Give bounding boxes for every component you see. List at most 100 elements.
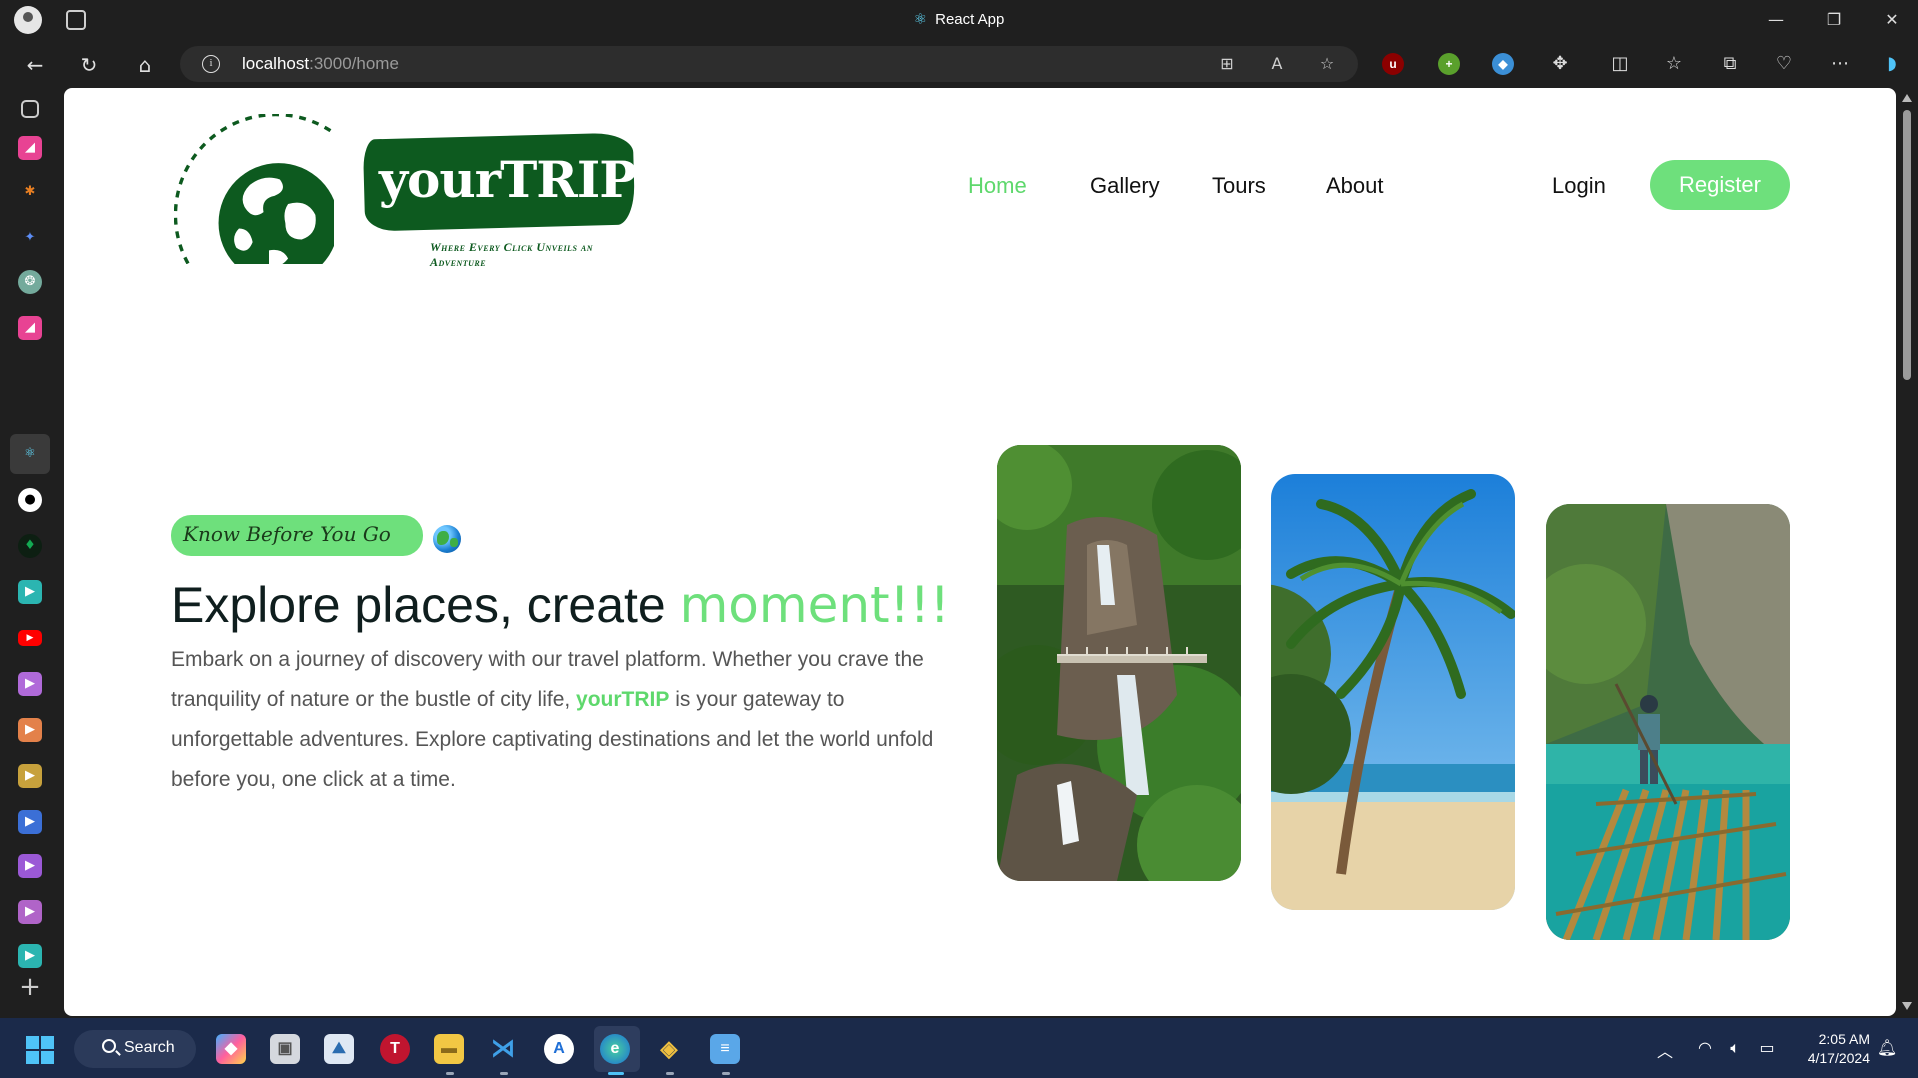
windows-start-icon[interactable] <box>26 1036 54 1064</box>
tab-youtube-icon[interactable]: ▶ <box>18 630 42 646</box>
logo-name: yourTRIP <box>379 150 637 209</box>
taskbar-stocks-app-icon[interactable]: ⛰ <box>324 1034 354 1064</box>
taskbar-search-label: Search <box>124 1039 175 1056</box>
nav-tours-link[interactable]: Tours <box>1212 173 1266 199</box>
tab-video-7-icon[interactable]: ▶ <box>18 900 42 924</box>
ublock-extension-icon[interactable]: u <box>1382 53 1404 75</box>
running-indicator <box>666 1072 674 1075</box>
taskbar-clock[interactable]: 2:05 AM 4/17/2024 <box>1790 1030 1870 1068</box>
know-before-you-go-badge: Know Before You Go <box>171 515 423 556</box>
taskbar-a-app-icon[interactable]: A <box>544 1034 574 1064</box>
headline-accent: moment!!! <box>679 576 950 634</box>
back-icon[interactable]: ← <box>20 50 50 80</box>
green-plus-extension-icon[interactable]: + <box>1438 53 1460 75</box>
tab-chatgpt-icon[interactable]: ❂ <box>18 270 42 294</box>
new-tab-plus-icon[interactable]: + <box>18 972 42 1002</box>
nav-gallery-link[interactable]: Gallery <box>1090 173 1160 199</box>
taskbar-search-button[interactable]: Search <box>74 1030 196 1068</box>
tab-video-1-icon[interactable]: ▶ <box>18 580 42 604</box>
browser-essentials-icon[interactable]: ♡ <box>1772 52 1796 76</box>
running-indicator <box>446 1072 454 1075</box>
page-scrollbar[interactable] <box>1896 88 1918 1016</box>
earth-globe-icon <box>433 525 461 553</box>
tab-video-6-icon[interactable]: ▶ <box>18 854 42 878</box>
taskbar-red-t-app-icon[interactable]: T <box>380 1034 410 1064</box>
tab-pink-app-icon[interactable]: ◢ <box>18 136 42 160</box>
site-logo[interactable]: yourTRIP Where Every Click Unveils an Ad… <box>174 114 637 269</box>
window-title-text: React App <box>935 11 1005 28</box>
clock-time: 2:05 AM <box>1818 1031 1870 1047</box>
nav-home-link[interactable]: Home <box>968 173 1027 199</box>
login-link[interactable]: Login <box>1552 173 1606 199</box>
wifi-icon[interactable]: ◠ <box>1694 1038 1716 1057</box>
badge-text: Know Before You Go <box>183 522 391 546</box>
headline-prefix: Explore places, create <box>171 577 680 633</box>
extensions-puzzle-icon[interactable]: ✥ <box>1548 52 1572 76</box>
taskbar-vscode-icon[interactable]: ⋊ <box>488 1034 518 1064</box>
volume-icon[interactable]: 🔈︎ <box>1724 1038 1746 1058</box>
favorite-star-icon[interactable]: ☆ <box>1316 53 1338 75</box>
colorful-extension-icon[interactable]: ◆ <box>1492 53 1514 75</box>
running-indicator <box>722 1072 730 1075</box>
hero-headline: Explore places, create moment!!! <box>171 576 950 634</box>
vertical-tabs-sidebar: ◢ ✱ ✦ ❂ ◢ ⚛ ● ♦ ▶ ▶ ▶ ▶ ▶ ▶ ▶ ▶ ▶ + <box>0 88 62 1018</box>
tab-video-3-icon[interactable]: ▶ <box>18 718 42 742</box>
taskbar-git-tool-icon[interactable]: ◈ <box>654 1034 684 1064</box>
battery-icon[interactable]: ▭ <box>1756 1038 1778 1057</box>
browser-toolbar: ← ↻ ⌂ i localhost:3000/home ⊞ A ☆ u + ◆ … <box>0 40 1918 88</box>
scroll-down-arrow-icon[interactable] <box>1902 1002 1912 1010</box>
windows-taskbar: Search ◆ ▣ ⛰ T ▬ ⋊ A e ◈ ≡ ︿ ◠ 🔈︎ ▭ 2:05… <box>0 1018 1918 1078</box>
tab-video-4-icon[interactable]: ▶ <box>18 764 42 788</box>
taskbar-task-view-icon[interactable]: ▣ <box>270 1034 300 1064</box>
minimize-button[interactable]: — <box>1756 6 1796 34</box>
collections-icon[interactable]: ⧉ <box>1718 52 1742 76</box>
tab-video-5-icon[interactable]: ▶ <box>18 810 42 834</box>
paragraph-brand: yourTRIP <box>576 688 670 711</box>
window-title: ⚛ React App <box>0 10 1918 28</box>
web-page: yourTRIP Where Every Click Unveils an Ad… <box>64 88 1896 1016</box>
taskbar-file-explorer-icon[interactable]: ▬ <box>434 1034 464 1064</box>
register-button[interactable]: Register <box>1650 160 1790 210</box>
site-info-icon[interactable]: i <box>202 55 220 73</box>
tab-gemini-icon[interactable]: ✦ <box>18 226 42 250</box>
beach-palm-photo <box>1271 474 1515 910</box>
favorites-icon[interactable]: ☆ <box>1662 52 1686 76</box>
scroll-thumb[interactable] <box>1903 110 1911 380</box>
tab-video-2-icon[interactable]: ▶ <box>18 672 42 696</box>
waterfall-photo <box>997 445 1241 881</box>
notification-bell-icon[interactable]: 🔔︎ <box>1876 1038 1898 1057</box>
tab-list-icon[interactable] <box>21 100 39 118</box>
tab-video-8-icon[interactable]: ▶ <box>18 944 42 968</box>
hero-paragraph: Embark on a journey of discovery with ou… <box>171 640 971 800</box>
show-hidden-icons-chevron-icon[interactable]: ︿ <box>1654 1038 1676 1062</box>
address-bar[interactable]: i localhost:3000/home ⊞ A ☆ <box>180 46 1358 82</box>
taskbar-notepad-icon[interactable]: ≡ <box>710 1034 740 1064</box>
bamboo-raft-photo <box>1546 504 1790 940</box>
tab-pink-app-2-icon[interactable]: ◢ <box>18 316 42 340</box>
taskbar-edge-icon[interactable]: e <box>600 1034 630 1064</box>
read-aloud-icon[interactable]: A <box>1266 53 1288 75</box>
copilot-icon[interactable]: ◗ <box>1880 52 1904 76</box>
taskbar-copilot-preview-icon[interactable]: ◆ <box>216 1034 246 1064</box>
close-button[interactable]: ✕ <box>1872 6 1912 34</box>
restore-button[interactable]: ❐ <box>1814 6 1854 34</box>
app-available-icon[interactable]: ⊞ <box>1216 53 1238 75</box>
globe-airplane-icon <box>174 114 334 264</box>
split-screen-icon[interactable]: ◫ <box>1608 52 1632 76</box>
url-text[interactable]: localhost:3000/home <box>242 54 399 74</box>
more-menu-icon[interactable]: ⋯ <box>1828 52 1852 76</box>
refresh-icon[interactable]: ↻ <box>74 50 104 80</box>
waterfall-scene <box>997 445 1241 881</box>
home-icon[interactable]: ⌂ <box>130 50 160 80</box>
raft-scene <box>1546 504 1790 940</box>
tab-colorful-logo-icon[interactable]: ✱ <box>18 180 42 204</box>
clock-date: 4/17/2024 <box>1807 1050 1870 1066</box>
tab-mongodb-icon[interactable]: ♦ <box>18 534 42 558</box>
running-indicator <box>500 1072 508 1075</box>
scroll-up-arrow-icon[interactable] <box>1902 94 1912 102</box>
active-running-indicator <box>608 1072 624 1075</box>
tab-react-app-icon[interactable]: ⚛ <box>18 442 42 466</box>
tab-github-icon[interactable]: ● <box>18 488 42 512</box>
nav-about-link[interactable]: About <box>1326 173 1384 199</box>
react-favicon-icon: ⚛ <box>913 11 928 28</box>
